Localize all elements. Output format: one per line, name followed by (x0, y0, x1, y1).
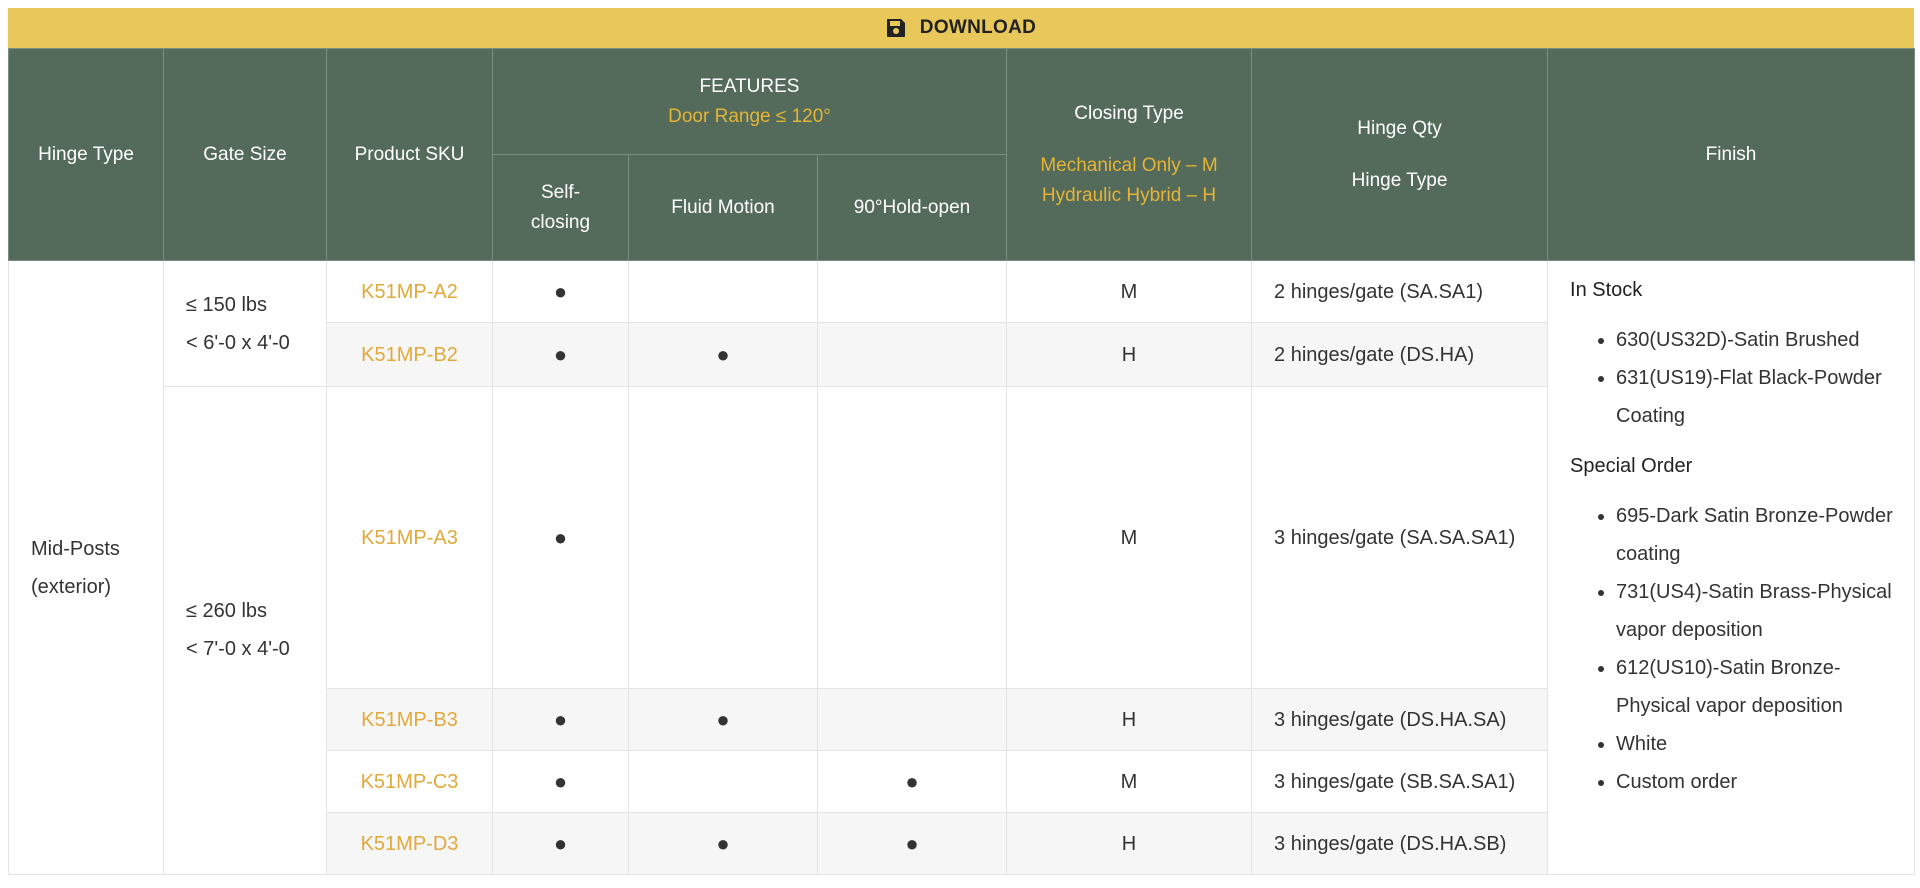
sku-cell[interactable]: K51MP-D3 (326, 812, 493, 875)
download-button[interactable]: DOWNLOAD (8, 8, 1914, 48)
header-fluid-motion: Fluid Motion (628, 154, 818, 261)
product-table: Hinge Type Gate Size Product SKU FEATURE… (8, 48, 1916, 875)
finish-item: 695-Dark Satin Bronze-Powder coating (1616, 497, 1896, 573)
closing-hydraulic: Hydraulic Hybrid – H (1041, 184, 1217, 206)
hinge-qty-cell: 3 hinges/gate (DS.HA.SB) (1251, 812, 1549, 875)
door-range: Door Range ≤ 120° (668, 105, 831, 127)
hinge-qty-cell: 2 hinges/gate (DS.HA) (1251, 322, 1549, 387)
gate-small-size: < 6'-0 x 4'-0 (186, 331, 290, 354)
closing-type-cell: M (1006, 260, 1253, 323)
finish-cell: In Stock 630(US32D)-Satin Brushed 631(US… (1547, 260, 1916, 875)
closing-type-cell: H (1006, 688, 1253, 751)
self-closing-cell: ● (492, 386, 629, 689)
self-closing-cell: ● (492, 750, 629, 813)
gate-small-weight: ≤ 150 lbs (186, 293, 268, 316)
in-stock-title: In Stock (1570, 279, 1643, 301)
self-closing-cell: ● (492, 260, 629, 323)
hinge-qty-title: Hinge Qty (1357, 117, 1442, 139)
hold-open-cell (816, 322, 1008, 387)
header-finish: Finish (1547, 48, 1916, 261)
closing-type-cell: H (1006, 812, 1253, 875)
gate-size-large: ≤ 260 lbs < 7'-0 x 4'-0 (163, 386, 327, 875)
header-hinge-type: Hinge Type (8, 48, 164, 261)
hold-open-cell (816, 688, 1008, 751)
header-features: FEATURES Door Range ≤ 120° (491, 48, 1008, 155)
finish-item: 631(US19)-Flat Black-Powder Coating (1616, 359, 1896, 435)
sku-cell[interactable]: K51MP-A3 (326, 386, 493, 689)
hinge-qty-cell: 3 hinges/gate (SB.SA.SA1) (1251, 750, 1549, 813)
gate-large-size: < 7'-0 x 4'-0 (186, 638, 290, 660)
sku-cell[interactable]: K51MP-B3 (326, 688, 493, 751)
header-hold-open: 90°Hold-open (816, 154, 1008, 261)
gate-size-small: ≤ 150 lbs < 6'-0 x 4'-0 (163, 260, 327, 387)
closing-mechanical: Mechanical Only – M (1040, 154, 1218, 176)
fluid-motion-cell: ● (628, 322, 818, 387)
header-hinge-qty: Hinge Qty Hinge Type (1251, 48, 1549, 261)
fluid-motion-cell: ● (628, 812, 818, 875)
fluid-motion-cell (628, 260, 818, 323)
download-label: DOWNLOAD (919, 17, 1037, 38)
gate-large-weight: ≤ 260 lbs (186, 600, 268, 622)
header-self-closing: Self- closing (492, 154, 629, 261)
fluid-motion-cell: ● (628, 688, 818, 751)
self-closing-cell: ● (492, 688, 629, 751)
table-row: Mid-Posts (exterior) ≤ 150 lbs < 6'-0 x … (8, 260, 1916, 875)
floppy-disk-icon (886, 19, 905, 37)
finish-item: 612(US10)-Satin Bronze-Physical vapor de… (1616, 649, 1896, 725)
fluid-motion-cell (628, 750, 818, 813)
closing-type-title: Closing Type (1074, 102, 1184, 124)
product-spec-section: DOWNLOAD Hinge Type Gate Size Product SK… (8, 8, 1916, 875)
hinge-type-subtitle: Hinge Type (1351, 169, 1448, 191)
header-closing-type: Closing Type Mechanical Only – M Hydraul… (1006, 48, 1253, 261)
hinge-qty-cell: 2 hinges/gate (SA.SA1) (1251, 260, 1549, 323)
header-product-sku: Product SKU (326, 48, 493, 261)
features-title: FEATURES (699, 75, 800, 97)
in-stock-list: 630(US32D)-Satin Brushed 631(US19)-Flat … (1570, 321, 1896, 435)
sku-cell[interactable]: K51MP-C3 (326, 750, 493, 813)
self-closing-cell: ● (492, 812, 629, 875)
hinge-qty-cell: 3 hinges/gate (DS.HA.SA) (1251, 688, 1549, 751)
finish-item: Custom order (1616, 763, 1896, 801)
hold-open-cell: ● (816, 812, 1008, 875)
hinge-qty-cell: 3 hinges/gate (SA.SA.SA1) (1251, 386, 1549, 689)
sku-cell[interactable]: K51MP-B2 (326, 322, 493, 387)
special-order-title: Special Order (1570, 455, 1693, 477)
self-closing-cell: ● (492, 322, 629, 387)
sku-cell[interactable]: K51MP-A2 (326, 260, 493, 323)
finish-item: 731(US4)-Satin Brass-Physical vapor depo… (1616, 573, 1896, 649)
closing-type-cell: H (1006, 322, 1253, 387)
finish-item: 630(US32D)-Satin Brushed (1616, 321, 1896, 359)
finish-item: White (1616, 725, 1896, 763)
header-gate-size: Gate Size (163, 48, 327, 261)
special-order-list: 695-Dark Satin Bronze-Powder coating 731… (1570, 497, 1896, 801)
closing-type-cell: M (1006, 386, 1253, 689)
hold-open-cell (816, 260, 1008, 323)
hold-open-cell: ● (816, 750, 1008, 813)
fluid-motion-cell (628, 386, 818, 689)
hinge-type-cell: Mid-Posts (exterior) (8, 260, 164, 875)
closing-type-cell: M (1006, 750, 1253, 813)
hold-open-cell (816, 386, 1008, 689)
